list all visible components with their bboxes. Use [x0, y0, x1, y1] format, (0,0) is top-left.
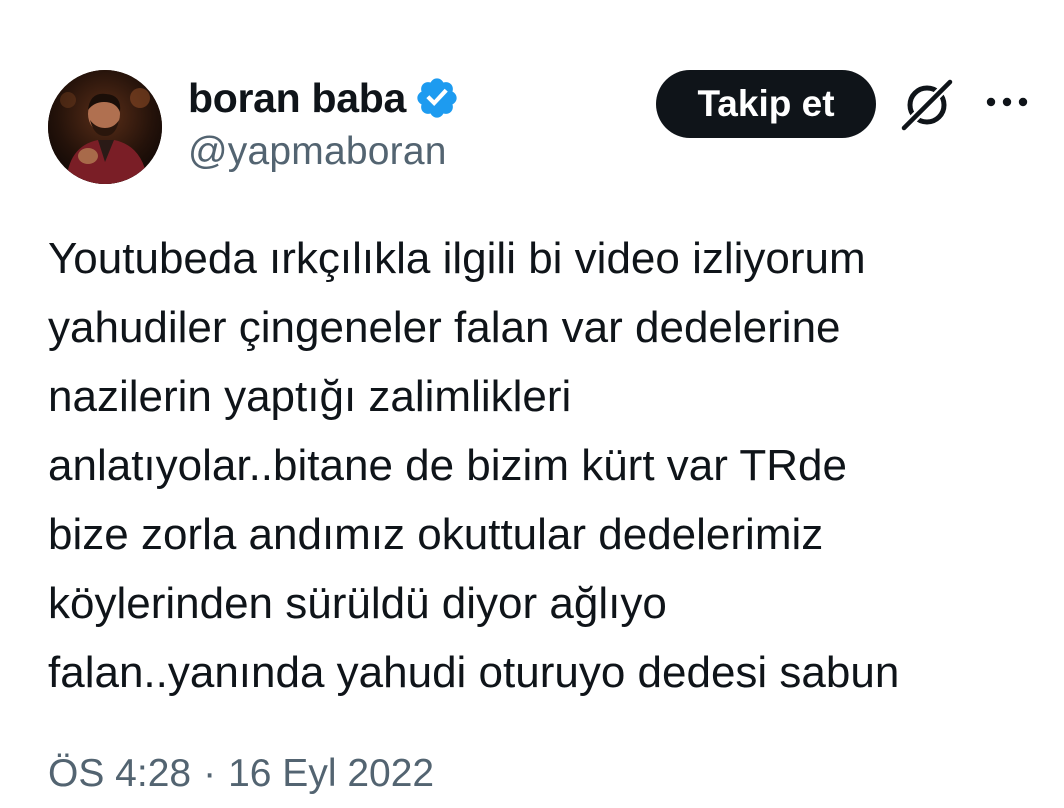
verified-badge-icon[interactable]	[414, 75, 460, 121]
tweet-text-line: yahudiler çingeneler falan var dedelerin…	[48, 303, 841, 352]
display-name[interactable]: boran baba	[188, 75, 406, 122]
tweet-text-line: falan..yanında yahudi oturuyo dedesi sab…	[48, 648, 900, 697]
tweet-text-line: köylerinden sürüldü diyor ağlıyo	[48, 579, 667, 628]
tweet-text-line: bize zorla andımız okuttular dedelerimiz	[48, 510, 824, 559]
tweet-time[interactable]: ÖS 4:28	[48, 752, 191, 796]
author-info: boran baba @yapmaboran	[188, 74, 460, 174]
tweet-text: Youtubeda ırkçılıkla ilgili bi video izl…	[48, 224, 1038, 707]
tweet-text-line: Youtubeda ırkçılıkla ilgili bi video izl…	[48, 234, 866, 283]
more-options-icon[interactable]	[984, 92, 1030, 112]
tweet-timestamp[interactable]: ÖS 4:28 · 16 Eyl 2022	[48, 752, 434, 796]
tweet-card: boran baba @yapmaboran Takip et Youtubed…	[0, 0, 1064, 808]
avatar[interactable]	[48, 70, 162, 184]
follow-button[interactable]: Takip et	[656, 70, 876, 138]
tweet-text-line: nazilerin yaptığı zalimlikleri	[48, 372, 572, 421]
grok-icon[interactable]	[898, 77, 956, 133]
timestamp-separator: ·	[203, 752, 217, 795]
tweet-date[interactable]: 16 Eyl 2022	[228, 752, 434, 796]
author-handle[interactable]: @yapmaboran	[188, 130, 460, 174]
tweet-text-line: anlatıyolar..bitane de bizim kürt var TR…	[48, 441, 847, 490]
name-row: boran baba	[188, 74, 460, 122]
